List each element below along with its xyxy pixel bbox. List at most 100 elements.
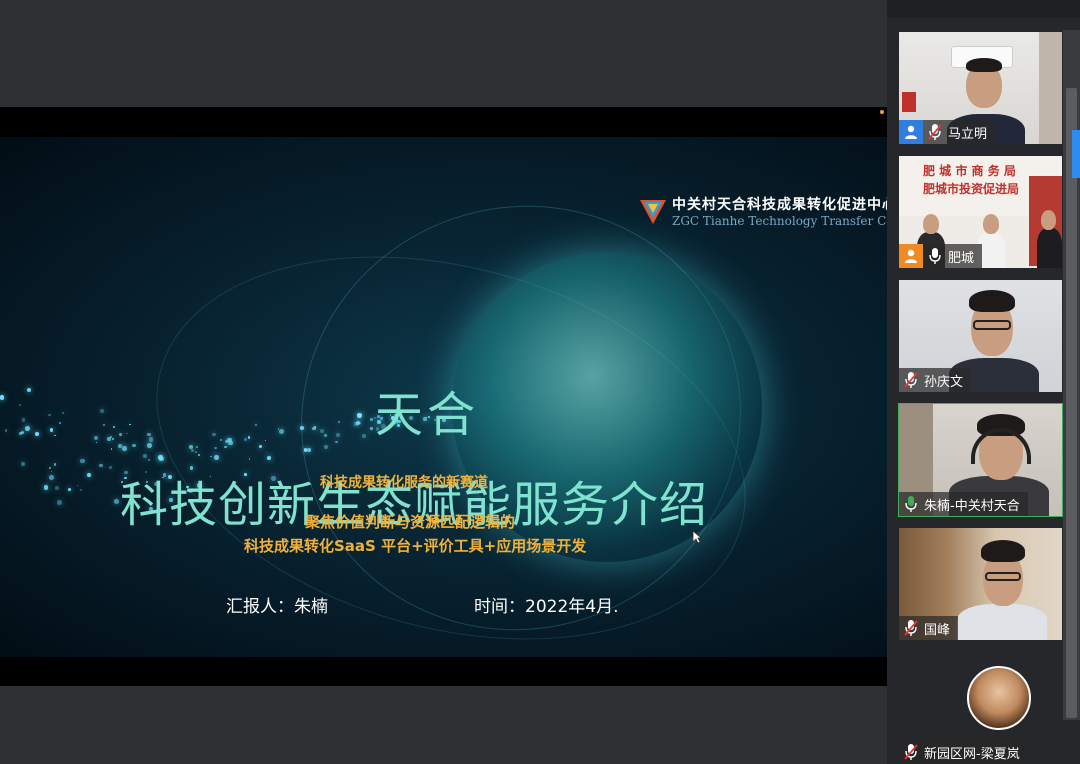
particle-dot [266,455,271,460]
participant-tile[interactable]: 肥 城 市 商 务 局 肥城市投资促进局 肥城 [899,156,1062,268]
particle-dot [362,433,367,438]
particle-dot [258,444,262,449]
particle-dot [148,436,154,442]
particle-dot [299,425,305,430]
particle-dot [53,463,56,466]
participant-name: 马立明 [948,126,988,142]
particle-dot [54,435,56,437]
particle-dot [95,442,97,444]
particle-dot [21,461,26,467]
particle-dot [25,426,30,431]
particle-dot [49,428,54,432]
particle-dot [102,424,105,427]
particle-dot [129,423,132,426]
particle-dot [357,413,362,418]
particle-dot [35,432,40,437]
logo-english-name: ZGC Tianhe Technology Transfer Center [672,214,887,228]
slide-reporter: 汇报人：朱楠 [226,597,328,617]
participant-tile[interactable]: 国峰 [899,528,1062,640]
participant-tile[interactable]: 马立明 [899,32,1062,144]
room-banner-line2: 肥城市投资促进局 [923,182,1020,196]
particle-dot [57,500,62,505]
mic-active-icon [901,493,921,515]
particle-dot [0,395,5,400]
particle-dot [122,445,127,451]
slide-subtitle-2: 聚焦价值判断与资源匹配逻辑的 [305,513,516,531]
center-logo: 中关村天合科技成果转化促进中心 ZGC Tianhe Technology Tr… [638,192,887,242]
particle-dot [126,432,128,435]
particle-dot [110,448,113,450]
particle-dot [43,485,48,490]
participant-name: 孙庆文 [924,374,964,390]
particle-dot [335,440,338,444]
profile-photo-avatar [967,666,1031,730]
mic-muted-icon [925,121,945,143]
particle-dot [370,427,373,430]
slide-title-line1: 天合 [375,387,480,443]
particle-dot [114,499,120,505]
participant-name-bar: 朱楠-中关村天合 [899,492,1028,516]
particle-dot [4,429,8,432]
particle-dot [212,432,216,437]
particle-dot [99,408,104,414]
particle-dot [147,458,150,461]
particle-dot [19,431,23,436]
particle-dot [279,428,284,434]
particle-dot [323,445,328,450]
particle-dot [337,420,340,423]
participant-name-bar: 国峰 [899,616,959,640]
participant-tile[interactable]: 新园区网-梁夏岚 [899,652,1062,764]
particle-dot [320,428,325,433]
user-avatar-icon [899,120,923,144]
particle-dot [77,484,79,486]
participant-name: 新园区网-梁夏岚 [924,746,1020,762]
particle-dot [243,437,247,441]
particle-dot [111,437,115,440]
particle-dot [55,485,59,490]
particle-dot [198,454,200,456]
particle-dot [49,467,51,469]
particle-dot [48,413,51,417]
triangle-logo-icon [640,200,666,224]
panel-top-bar [887,0,1080,18]
particle-dot [21,418,26,422]
participant-tile[interactable]: 孙庆文 [899,280,1062,392]
particle-dot [303,448,308,452]
particle-dot [61,412,64,415]
particle-dot [107,437,112,442]
particle-dot [109,466,112,469]
participant-tile-active[interactable]: 朱楠-中关村天合 [898,403,1063,517]
slide-date: 时间：2022年4月. [474,597,619,617]
particle-dot [87,473,91,477]
particle-dot [49,475,54,481]
particle-dot [50,470,52,473]
participant-name-bar: 孙庆文 [899,368,972,392]
particle-dot [68,488,71,491]
slide-subtitle-3: 科技成果转化SaaS 平台+评价工具+应用场景开发 [244,537,587,555]
logo-chinese-name: 中关村天合科技成果转化促进中心 [672,197,887,213]
particle-dot [58,421,61,424]
user-avatar-icon [899,244,923,268]
particle-dot [80,489,83,492]
particle-dot [255,423,258,426]
scrollbar-thumb[interactable] [1066,88,1077,718]
mic-muted-icon [901,741,921,763]
particle-dot [147,443,153,448]
mic-icon [925,245,945,267]
particle-dot [18,404,22,407]
particle-dot [27,388,32,393]
participant-name-bar: 肥城 [899,244,983,268]
participant-name-bar: 马立明 [899,120,996,144]
participant-name-bar: 新园区网-梁夏岚 [899,740,1028,764]
mic-muted-icon [901,617,921,639]
participant-name: 朱楠-中关村天合 [924,498,1020,514]
particle-dot [94,436,99,441]
side-collapse-tab[interactable] [1072,130,1080,178]
particle-dot [248,458,250,460]
slide-subtitle-1: 科技成果转化服务的新赛道 [320,475,488,491]
particle-dot [147,432,151,437]
particle-dot [119,432,123,436]
particle-dot [132,443,136,448]
particle-dot [99,463,104,468]
particle-dot [159,457,164,462]
